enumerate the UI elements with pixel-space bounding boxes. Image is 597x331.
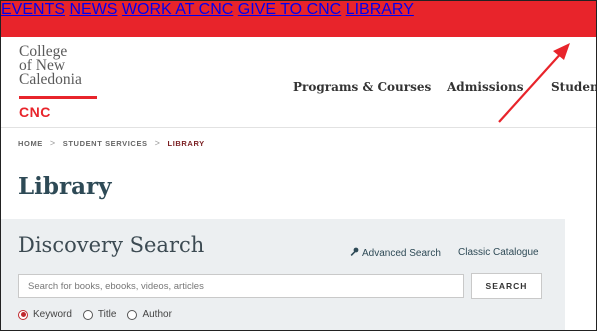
radio-keyword[interactable]: Keyword [18, 309, 72, 320]
nav-events-link[interactable]: EVENTS [1, 1, 65, 18]
breadcrumb-home[interactable]: HOME [18, 139, 43, 148]
nav-news-link[interactable]: NEWS [69, 1, 117, 18]
utility-bar: EVENTS NEWS WORK AT CNC GIVE TO CNC LIBR… [1, 1, 596, 37]
nav-programs-courses[interactable]: Programs & Courses [293, 80, 431, 94]
radio-checked-icon [18, 309, 28, 320]
logo-line-3: Caledonia [19, 71, 82, 88]
nav-work-link[interactable]: WORK AT CNC [122, 1, 233, 18]
browser-viewport: EVENTS NEWS WORK AT CNC GIVE TO CNC LIBR… [0, 0, 597, 331]
breadcrumb-library: LIBRARY [167, 138, 205, 148]
page-title: Library [18, 173, 112, 200]
radio-title-label: Title [97, 309, 117, 320]
breadcrumb-separator: > [154, 138, 161, 148]
logo-abbreviation: CNC [19, 104, 51, 120]
breadcrumb: HOME > STUDENT SERVICES > LIBRARY [18, 138, 205, 148]
nav-students[interactable]: Students [551, 80, 596, 94]
radio-title[interactable]: Title [82, 309, 117, 320]
radio-keyword-label: Keyword [33, 309, 72, 320]
nav-library-link[interactable]: LIBRARY [346, 1, 414, 18]
discovery-search-title: Discovery Search [18, 233, 205, 257]
search-input[interactable] [18, 274, 464, 298]
radio-unchecked-icon [82, 309, 93, 320]
advanced-search-label: Advanced Search [362, 248, 441, 259]
search-type-options: Keyword Title Author [18, 309, 183, 320]
radio-author-label: Author [142, 309, 172, 320]
advanced-search-link[interactable]: Advanced Search [349, 247, 441, 260]
nav-admissions[interactable]: Admissions [447, 80, 524, 94]
college-logo[interactable]: College of New Caledonia [19, 44, 82, 88]
breadcrumb-separator: > [49, 138, 56, 148]
radio-unchecked-icon [127, 309, 138, 320]
nav-give-link[interactable]: GIVE TO CNC [238, 1, 341, 18]
header-divider [1, 127, 596, 128]
breadcrumb-student-services[interactable]: STUDENT SERVICES [63, 139, 148, 148]
classic-catalogue-link[interactable]: Classic Catalogue [458, 247, 539, 258]
key-icon [349, 247, 362, 260]
search-button[interactable]: SEARCH [471, 273, 542, 299]
radio-author[interactable]: Author [127, 309, 172, 320]
logo-rule [19, 96, 97, 99]
